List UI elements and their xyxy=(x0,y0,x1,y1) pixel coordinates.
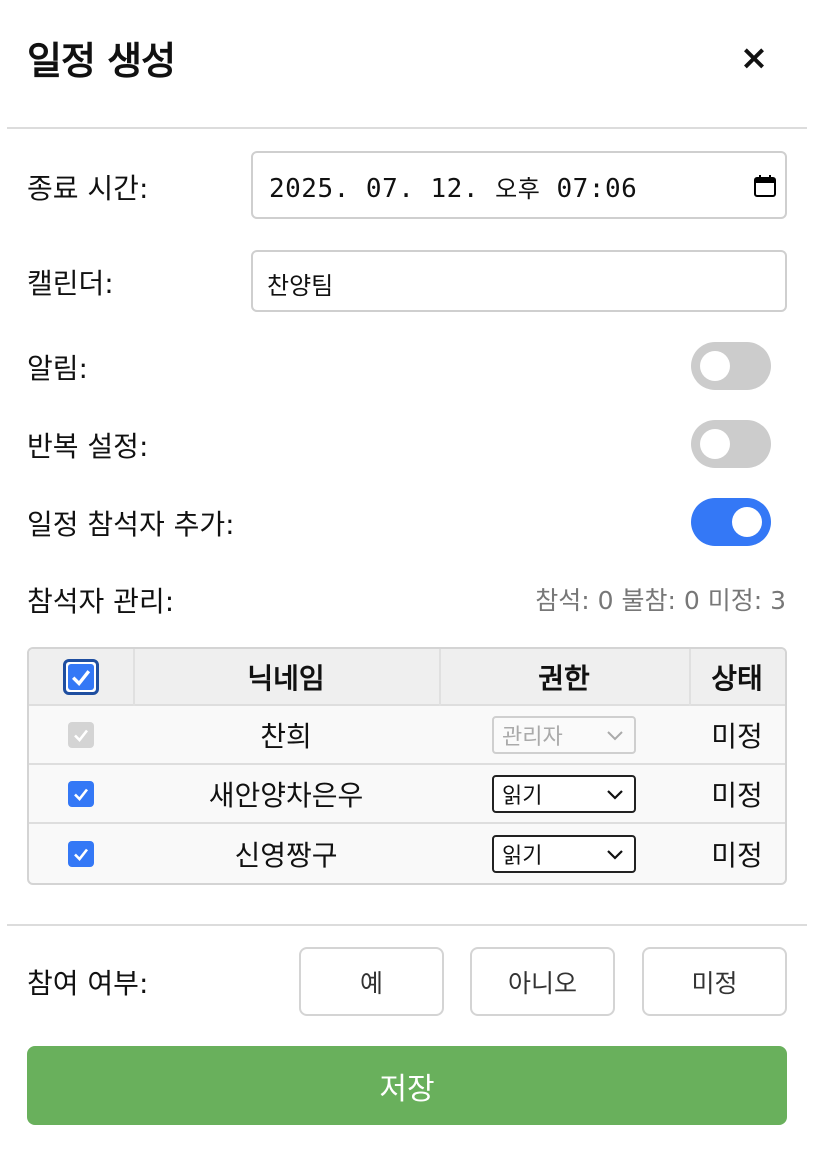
attendance-counts: 참석: 0 불참: 0 미정: 3 xyxy=(535,586,786,615)
row-checkbox-cell xyxy=(29,706,133,763)
attend-maybe-button[interactable]: 미정 xyxy=(642,947,787,1016)
modal-title: 일정 생성 xyxy=(27,39,176,83)
repeat-toggle[interactable] xyxy=(691,420,771,468)
calendar-icon[interactable] xyxy=(753,174,777,198)
calendar-input[interactable]: 찬양팀 xyxy=(251,250,787,312)
header-divider xyxy=(7,127,807,129)
row-checkbox xyxy=(68,721,94,748)
toggle-knob xyxy=(700,429,730,459)
row-nickname: 새안양차은우 xyxy=(208,778,364,812)
alarm-toggle[interactable] xyxy=(691,342,771,390)
end-time-input[interactable]: 2025. 07. 12. 오후 07:06 xyxy=(251,151,787,219)
row-checkbox-cell xyxy=(29,824,133,883)
table-row: 찬희 관리자 미정 xyxy=(29,706,785,765)
row-role-cell: 읽기 xyxy=(439,824,689,883)
role-select: 관리자 xyxy=(492,715,636,754)
modal-header: 일정 생성 × xyxy=(0,0,817,128)
role-select-value: 관리자 xyxy=(502,724,563,750)
row-role-cell: 읽기 xyxy=(439,765,689,822)
check-icon xyxy=(74,788,89,801)
row-checkbox[interactable] xyxy=(68,840,94,867)
row-checkbox[interactable] xyxy=(68,780,94,807)
add-attendees-label: 일정 참석자 추가: xyxy=(27,508,235,541)
end-time-clock: 07:06 xyxy=(556,174,638,204)
chevron-down-icon xyxy=(607,789,623,800)
calendar-label: 캘린더: xyxy=(27,267,114,300)
header-role: 권한 xyxy=(538,661,590,695)
header-checkbox-cell xyxy=(29,649,133,704)
attendee-table: 닉네임 권한 상태 찬희 관리자 미정 새안양차은우 읽기 미정 신영짱구 읽기… xyxy=(27,647,787,885)
create-event-modal: 일정 생성 × 종료 시간: 2025. 07. 12. 오후 07:06 캘린… xyxy=(0,0,817,1160)
end-time-ampm: 오후 xyxy=(495,175,541,203)
header-status: 상태 xyxy=(711,661,763,695)
row-status: 미정 xyxy=(711,838,763,872)
repeat-label: 반복 설정: xyxy=(27,430,149,463)
row-role-cell: 관리자 xyxy=(439,706,689,763)
end-time-value: 2025. 07. 12. 오후 07:06 xyxy=(269,169,637,204)
toggle-knob xyxy=(732,507,762,537)
select-all-checkbox[interactable] xyxy=(63,658,99,695)
table-row: 새안양차은우 읽기 미정 xyxy=(29,765,785,824)
chevron-down-icon xyxy=(607,849,623,860)
attend-yes-button[interactable]: 예 xyxy=(299,947,444,1016)
row-status: 미정 xyxy=(711,719,763,753)
toggle-knob xyxy=(700,351,730,381)
role-select[interactable]: 읽기 xyxy=(492,774,636,813)
table-row: 신영짱구 읽기 미정 xyxy=(29,824,785,883)
attend-no-button[interactable]: 아니오 xyxy=(470,947,615,1016)
row-nickname: 찬희 xyxy=(260,719,312,753)
header-nickname: 닉네임 xyxy=(247,661,325,695)
check-icon xyxy=(74,848,89,861)
table-header-row: 닉네임 권한 상태 xyxy=(29,649,785,706)
chevron-down-icon xyxy=(607,730,623,740)
end-time-label: 종료 시간: xyxy=(27,172,149,205)
role-select-value: 읽기 xyxy=(502,843,543,869)
check-icon xyxy=(72,669,91,686)
attendee-manage-label: 참석자 관리: xyxy=(27,585,175,618)
alarm-label: 알림: xyxy=(27,352,88,385)
row-checkbox-cell xyxy=(29,765,133,822)
attendance-label: 참여 여부: xyxy=(27,967,149,1000)
end-time-date: 2025. 07. 12. xyxy=(269,174,479,204)
footer-divider xyxy=(7,924,807,926)
save-button[interactable]: 저장 xyxy=(27,1046,787,1125)
check-icon xyxy=(74,729,89,742)
role-select[interactable]: 읽기 xyxy=(492,834,636,873)
role-select-value: 읽기 xyxy=(502,783,543,809)
row-nickname: 신영짱구 xyxy=(234,838,338,872)
close-icon[interactable]: × xyxy=(736,40,772,76)
row-status: 미정 xyxy=(711,778,763,812)
add-attendees-toggle[interactable] xyxy=(691,498,771,546)
calendar-value: 찬양팀 xyxy=(267,272,334,300)
